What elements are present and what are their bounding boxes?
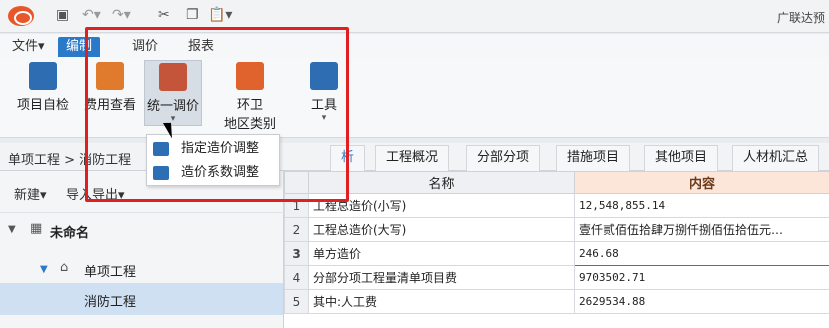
project-info-grid: 名称 内容 1 工程总造价(小写) 12,548,855.14 2 工程总造价(… — [284, 171, 829, 328]
app-title: 广联达预 — [776, 11, 825, 25]
building-icon: ▦ — [30, 221, 43, 236]
tab-measure-items[interactable]: 措施项目 — [556, 145, 631, 171]
name-cell[interactable]: 分部分项工程量清单项目费 — [308, 265, 575, 290]
redo-icon[interactable]: ↷▾ — [112, 7, 131, 23]
tree-item-root[interactable]: 未命名 — [50, 222, 89, 241]
tab-other-items[interactable]: 其他项目 — [644, 145, 719, 171]
chevron-down-icon[interactable]: ▼ — [8, 224, 16, 235]
value-cell[interactable]: 壹仟贰佰伍拾肆万捌仟捌佰伍拾伍元… — [574, 217, 829, 242]
save-icon[interactable]: ▣ — [56, 7, 69, 23]
value-cell[interactable]: 12,548,855.14 — [574, 193, 829, 218]
self-check-label: 项目自检 — [16, 98, 69, 113]
tab-labor-material-summary[interactable]: 人材机汇总 — [732, 145, 820, 171]
tab-project-overview[interactable]: 工程概况 — [375, 145, 450, 171]
cut-icon[interactable]: ✂ — [158, 7, 170, 23]
menu-file[interactable]: 文件▾ — [4, 37, 53, 57]
table-row[interactable]: 2 工程总造价(大写) 壹仟贰佰伍拾肆万捌仟捌佰伍拾伍元… — [284, 217, 829, 242]
table-row[interactable]: 5 其中:人工费 2629534.88 — [284, 289, 829, 314]
value-cell[interactable]: 246.68 — [574, 241, 829, 266]
self-check-button[interactable]: 项目自检 — [8, 62, 78, 113]
name-cell[interactable]: 工程总造价(大写) — [308, 217, 575, 242]
value-cell[interactable]: 9703502.71 — [574, 265, 829, 290]
tree-selection-highlight — [0, 283, 283, 315]
paste-icon[interactable]: 📋▾ — [208, 7, 232, 23]
table-row[interactable]: 3 单方造价 246.68 — [284, 241, 829, 266]
undo-icon[interactable]: ↶▾ — [82, 7, 101, 23]
check-icon — [29, 62, 57, 90]
content-column-header[interactable]: 内容 — [574, 171, 829, 194]
row-number: 5 — [284, 289, 309, 314]
row-number: 3 — [284, 241, 309, 266]
value-cell[interactable]: 2629534.88 — [574, 289, 829, 314]
chevron-down-icon[interactable]: ▼ — [40, 264, 48, 275]
tab-division-items[interactable]: 分部分项 — [466, 145, 541, 171]
row-number: 4 — [284, 265, 309, 290]
copy-icon[interactable]: ❐ — [186, 7, 199, 23]
tree-item-fire-project[interactable]: 消防工程 — [84, 291, 136, 310]
name-cell[interactable]: 单方造价 — [308, 241, 575, 266]
name-cell[interactable]: 其中:人工费 — [308, 289, 575, 314]
table-row[interactable]: 1 工程总造价(小写) 12,548,855.14 — [284, 193, 829, 218]
tree-item-single-project[interactable]: 单项工程 — [84, 261, 136, 280]
table-row[interactable]: 4 分部分项工程量清单项目费 9703502.71 — [284, 265, 829, 290]
app-logo-icon — [8, 6, 34, 26]
row-number: 2 — [284, 217, 309, 242]
new-button[interactable]: 新建▾ — [14, 184, 47, 203]
home-icon: ⌂ — [60, 260, 69, 275]
annotation-highlight-box — [85, 27, 349, 202]
